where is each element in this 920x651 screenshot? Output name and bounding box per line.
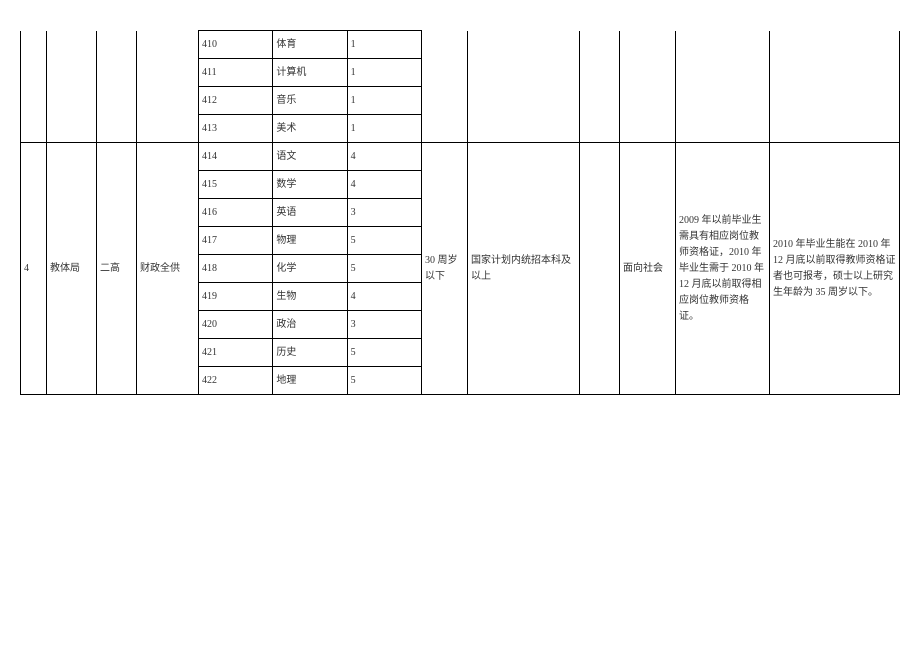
cell-code: 418 [199,255,273,283]
cell-subject: 美术 [273,115,347,143]
cell-note: 2010 年毕业生能在 2010 年 12 月底以前取得教师资格证者也可报考，硕… [770,143,900,395]
cell-subject: 化学 [273,255,347,283]
cell-edu-cont [468,31,580,143]
document-table-wrap: 410 体育 1 411 计算机 1 412 音乐 1 413 [0,0,920,425]
cell-code: 419 [199,283,273,311]
recruitment-table: 410 体育 1 411 计算机 1 412 音乐 1 413 [20,30,900,395]
cell-age-cont [422,31,468,143]
cell-subject: 英语 [273,199,347,227]
cell-code: 416 [199,199,273,227]
cell-unit: 二高 [97,143,137,395]
cell-count: 1 [347,31,421,59]
table-row: 410 体育 1 [21,31,900,59]
cell-subject: 历史 [273,339,347,367]
cell-count: 4 [347,171,421,199]
cell-edu: 国家计划内统招本科及以上 [468,143,580,395]
cell-unit-cont [97,31,137,143]
cell-subject: 数学 [273,171,347,199]
cell-finance-cont [137,31,199,143]
cell-count: 3 [347,199,421,227]
cell-subject: 语文 [273,143,347,171]
cell-subject: 物理 [273,227,347,255]
cell-count: 1 [347,59,421,87]
cell-code: 411 [199,59,273,87]
cell-seq: 4 [21,143,47,395]
cell-subject: 生物 [273,283,347,311]
cell-count: 5 [347,339,421,367]
cell-note-cont [770,31,900,143]
cell-subject: 体育 [273,31,347,59]
cell-req: 2009 年以前毕业生需具有相应岗位教师资格证，2010 年毕业生需于 2010… [676,143,770,395]
cell-empty-cont [580,31,620,143]
cell-code: 414 [199,143,273,171]
cell-code: 412 [199,87,273,115]
cell-count: 5 [347,227,421,255]
table-row: 4 教体局 二高 财政全供 414 语文 4 30 周岁以下 国家计划内统招本科… [21,143,900,171]
cell-count: 5 [347,367,421,395]
cell-code: 417 [199,227,273,255]
cell-count: 3 [347,311,421,339]
cell-code: 415 [199,171,273,199]
cell-scope: 面向社会 [620,143,676,395]
cell-code: 410 [199,31,273,59]
cell-count: 4 [347,143,421,171]
cell-count: 5 [347,255,421,283]
cell-finance: 财政全供 [137,143,199,395]
cell-subject: 地理 [273,367,347,395]
cell-dept-cont [47,31,97,143]
cell-code: 421 [199,339,273,367]
cell-count: 1 [347,87,421,115]
cell-code: 422 [199,367,273,395]
cell-dept: 教体局 [47,143,97,395]
cell-code: 420 [199,311,273,339]
cell-scope-cont [620,31,676,143]
cell-subject: 计算机 [273,59,347,87]
cell-subject: 音乐 [273,87,347,115]
cell-empty [580,143,620,395]
cell-age: 30 周岁以下 [422,143,468,395]
cell-req-cont [676,31,770,143]
cell-subject: 政治 [273,311,347,339]
cell-seq-cont [21,31,47,143]
cell-count: 1 [347,115,421,143]
cell-code: 413 [199,115,273,143]
cell-count: 4 [347,283,421,311]
